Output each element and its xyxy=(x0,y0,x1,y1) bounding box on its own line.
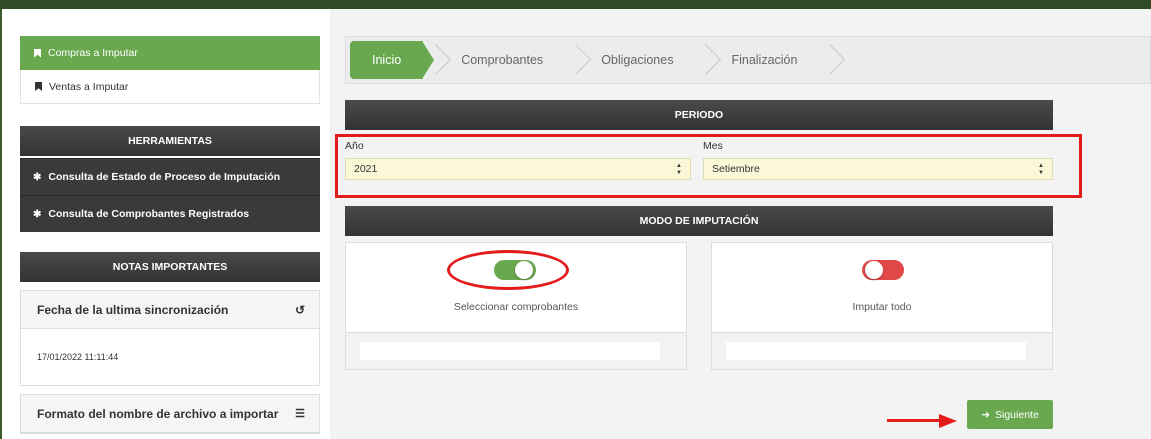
annotation-arrow xyxy=(887,419,941,422)
toggle-knob xyxy=(865,261,883,279)
sidebar-item-label: Ventas a Imputar xyxy=(49,80,129,93)
bookmark-icon xyxy=(34,48,41,58)
step-finalizacion[interactable]: Finalización xyxy=(711,37,817,83)
step-separator xyxy=(422,37,441,83)
history-icon[interactable]: ↺ xyxy=(295,303,305,317)
step-label: Finalización xyxy=(731,53,798,67)
gear-icon: ✱ xyxy=(33,171,42,183)
sidebar-item-compras[interactable]: Compras a Imputar xyxy=(20,36,320,70)
annotation-box xyxy=(335,134,1082,198)
step-inicio[interactable]: Inicio xyxy=(350,41,424,79)
note-title: Formato del nombre de archivo a importar… xyxy=(21,395,319,433)
next-button-label: Siguiente xyxy=(995,408,1039,421)
sidebar-item-ventas[interactable]: Ventas a Imputar xyxy=(20,70,320,104)
note-title-text: Formato del nombre de archivo a importar xyxy=(37,406,279,421)
note-title-text: Fecha de la ultima sincronización xyxy=(37,302,229,317)
step-label: Obligaciones xyxy=(601,53,674,67)
step-separator xyxy=(817,37,835,83)
tool-label: Consulta de Estado de Proceso de Imputac… xyxy=(48,171,281,183)
step-comprobantes[interactable]: Comprobantes xyxy=(441,37,563,83)
notes-header: NOTAS IMPORTANTES xyxy=(20,252,320,282)
step-obligaciones[interactable]: Obligaciones xyxy=(581,37,693,83)
tool-comprobantes-registrados[interactable]: ✱ Consulta de Comprobantes Registrados xyxy=(20,195,320,232)
annotation-arrowhead xyxy=(939,414,957,428)
step-label: Comprobantes xyxy=(461,53,544,67)
tools-header: HERRAMIENTAS xyxy=(20,126,320,156)
bookmark-icon xyxy=(35,82,42,91)
note-file-format: Formato del nombre de archivo a importar… xyxy=(20,394,320,434)
option-footer xyxy=(346,332,686,369)
wizard-steps: Inicio Comprobantes Obligaciones Finaliz… xyxy=(345,36,1151,84)
step-separator xyxy=(563,37,581,83)
arrow-right-icon: ➜ xyxy=(981,408,990,421)
option-imputar-todo[interactable]: Imputar todo xyxy=(711,242,1053,370)
sync-date-value: 17/01/2022 11:11:44 xyxy=(37,352,119,362)
modo-header: MODO DE IMPUTACIÓN xyxy=(345,206,1053,236)
footer-field xyxy=(360,342,660,360)
option-label: Imputar todo xyxy=(852,301,912,313)
step-label: Inicio xyxy=(372,53,402,67)
note-sync-date: Fecha de la ultima sincronización ↺ 17/0… xyxy=(20,290,320,386)
step-separator xyxy=(693,37,711,83)
list-icon[interactable]: ☰ xyxy=(295,407,305,420)
next-button[interactable]: ➜ Siguiente xyxy=(967,400,1053,429)
sidebar-item-label: Compras a Imputar xyxy=(48,47,138,59)
tool-label: Consulta de Comprobantes Registrados xyxy=(48,208,250,220)
gear-icon: ✱ xyxy=(33,208,42,220)
option-footer xyxy=(712,332,1052,369)
sidebar: Compras a Imputar Ventas a Imputar HERRA… xyxy=(20,36,320,434)
annotation-ellipse xyxy=(447,250,569,290)
toggle-switch-off[interactable] xyxy=(862,260,904,280)
periodo-header: PERIODO xyxy=(345,100,1053,130)
option-label: Seleccionar comprobantes xyxy=(453,301,579,313)
tool-estado-proceso[interactable]: ✱ Consulta de Estado de Proceso de Imput… xyxy=(20,158,320,195)
note-title: Fecha de la ultima sincronización ↺ xyxy=(21,291,319,329)
footer-field xyxy=(726,342,1026,360)
